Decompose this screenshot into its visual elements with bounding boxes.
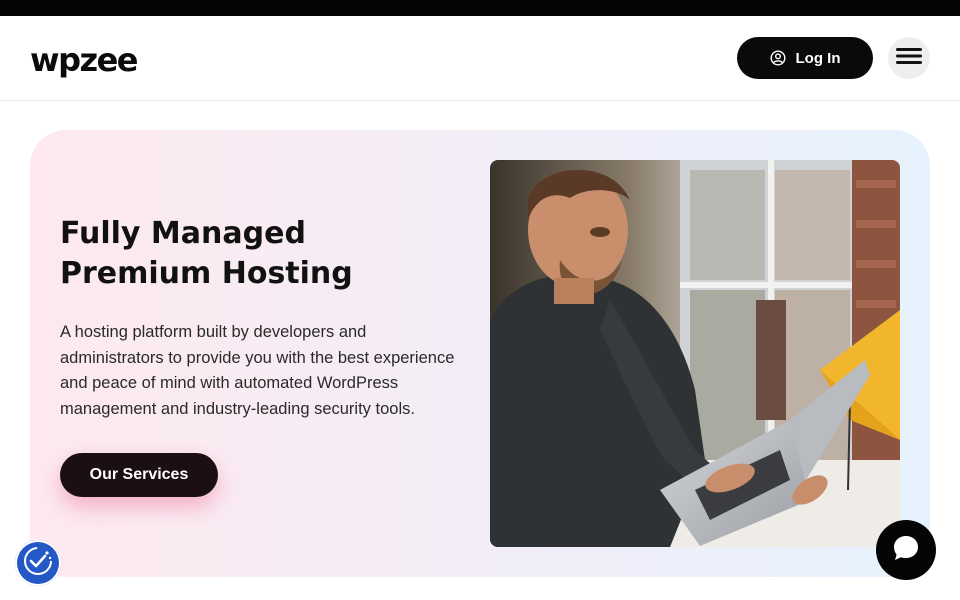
chat-button[interactable] (876, 520, 936, 580)
our-services-button[interactable]: Our Services (60, 453, 218, 497)
user-circle-icon (769, 50, 786, 66)
top-bar (0, 0, 960, 16)
logo-text: wpzee (30, 41, 139, 79)
accessibility-icon (22, 545, 54, 582)
hero-title-line-2: Premium Hosting (60, 256, 353, 291)
login-button[interactable]: Log In (737, 37, 873, 79)
hamburger-menu-icon (896, 46, 922, 71)
chat-bubble-icon (891, 533, 921, 568)
login-label: Log In (795, 49, 841, 67)
accessibility-button[interactable] (15, 540, 61, 586)
menu-button[interactable] (888, 37, 930, 79)
hero-section: Fully Managed Premium Hosting A hosting … (30, 130, 930, 577)
hero-description: A hosting platform built by developers a… (60, 323, 455, 419)
site-header: wpzee Log In (0, 16, 960, 101)
wpzee-logo[interactable]: wpzee (30, 40, 139, 80)
hero-title: Fully Managed Premium Hosting (60, 214, 460, 294)
hero-title-line-1: Fully Managed (60, 216, 306, 251)
man-working-on-laptop-photo (490, 160, 900, 547)
